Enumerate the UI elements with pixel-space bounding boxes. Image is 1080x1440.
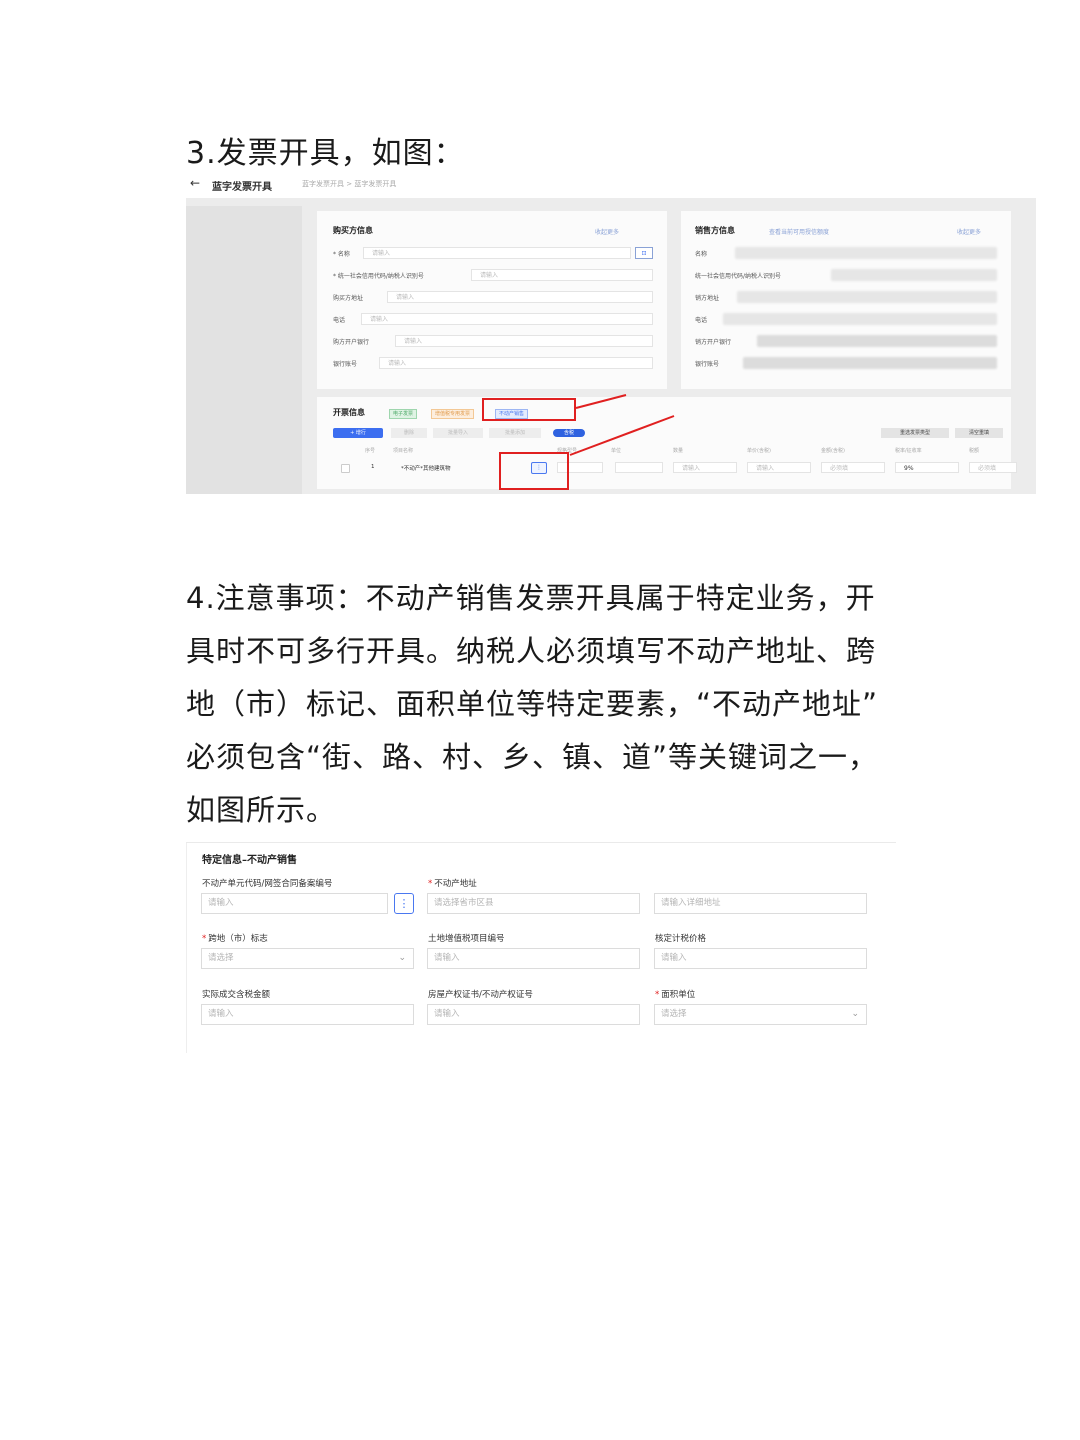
- batch-import-button[interactable]: 批量导入: [433, 428, 483, 438]
- unit-code-input[interactable]: 请输入: [201, 893, 388, 914]
- arrow-left-icon[interactable]: ←: [190, 176, 200, 190]
- row-index: 1: [371, 464, 375, 470]
- annotation-arrows: [569, 394, 675, 456]
- seller-field-account: 银行账号: [695, 357, 1005, 371]
- row-amount-input[interactable]: 必须填: [821, 462, 885, 473]
- reselect-invoice-type-button[interactable]: 重选发票类型: [881, 428, 949, 438]
- col-item-name: 项目名称: [393, 448, 414, 454]
- buyer-taxid-input[interactable]: 请输入: [471, 269, 653, 281]
- row-rate-select[interactable]: 9%: [895, 462, 959, 473]
- seller-field-phone: 电话: [695, 313, 1005, 327]
- page-title: 蓝字发票开具: [212, 182, 272, 193]
- chevron-down-icon: ⌄: [398, 953, 406, 963]
- sidebar-area: [186, 206, 302, 494]
- left-border: [186, 843, 187, 1053]
- buyer-field-bank: 购方开户银行 请输入: [333, 335, 659, 349]
- col-price: 单价(含税): [747, 448, 771, 454]
- assessed-price-input[interactable]: 请输入: [654, 948, 867, 969]
- cert-no-input[interactable]: 请输入: [427, 1004, 640, 1025]
- tag-electronic-invoice: 电子发票: [389, 409, 418, 419]
- buyer-field-address: 购买方地址 请输入: [333, 291, 659, 305]
- notice-paragraph: 4.注意事项：不动产销售发票开具属于特定业务，开 具时不可多行开具。纳税人必须填…: [186, 572, 906, 837]
- annotation-box-row-icon: [499, 452, 569, 490]
- annotation-arrow-1: [575, 394, 627, 409]
- add-row-button[interactable]: + 增行: [333, 428, 383, 438]
- row-tax-input[interactable]: 必须填: [969, 462, 1017, 473]
- buyer-field-taxid: * 统一社会信用代码/纳税人识别号 请输入: [333, 269, 659, 283]
- cert-no-label: 房屋产权证书/不动产权证号: [428, 990, 533, 1000]
- row-price-input[interactable]: 请输入: [747, 462, 811, 473]
- seller-field-address: 销方地址: [695, 291, 1005, 305]
- chevron-down-icon: ⌄: [851, 1009, 859, 1019]
- buyer-field-account: 银行账号 请输入: [333, 357, 659, 371]
- form-title: 特定信息–不动产销售: [202, 855, 297, 866]
- annotation-arrow-2: [569, 415, 675, 456]
- seller-card: 销售方信息 查看当前可用授信额度 收起更多 名称 统一社会信用代码/纳税人识别号…: [680, 210, 1012, 390]
- buyer-title: 购买方信息: [333, 226, 373, 235]
- more-vertical-icon[interactable]: ⋮: [394, 893, 414, 914]
- notice-line-5: 如图所示。: [186, 793, 337, 827]
- buyer-field-name: * 名称 请输入 ⊡: [333, 247, 659, 261]
- address-region-select[interactable]: 请选择省市区县: [427, 893, 640, 914]
- tag-vat-special-invoice: 增值税专用发票: [431, 409, 475, 419]
- invoice-page-header: ← 蓝字发票开具 蓝字发票开具 > 蓝字发票开具: [186, 172, 1036, 196]
- col-index: 序号: [365, 448, 376, 454]
- notice-line-3: 地（市）标记、面积单位等特定要素，“不动产地址”: [186, 687, 879, 721]
- cross-city-label: * 跨地（市）标志: [202, 934, 268, 944]
- address-detail-input[interactable]: 请输入详细地址: [654, 893, 867, 914]
- buyer-account-input[interactable]: 请输入: [379, 357, 653, 369]
- real-estate-form-screenshot: 特定信息–不动产销售 不动产单元代码/网签合同备案编号 请输入 ⋮ * 不动产地址…: [186, 842, 896, 1053]
- buyer-name-input[interactable]: 请输入: [363, 247, 631, 259]
- cross-city-select[interactable]: 请选择 ⌄: [201, 948, 414, 969]
- notice-line-1: 4.注意事项：不动产销售发票开具属于特定业务，开: [186, 581, 876, 615]
- col-rate: 税率/征收率: [895, 448, 922, 454]
- seller-address-value: [737, 291, 997, 303]
- buyer-field-phone: 电话 请输入: [333, 313, 659, 327]
- area-unit-select[interactable]: 请选择 ⌄: [654, 1004, 867, 1025]
- notice-line-2: 具时不可多行开具。纳税人必须填写不动产地址、跨: [186, 634, 877, 668]
- buyer-bank-input[interactable]: 请输入: [395, 335, 653, 347]
- address-label: * 不动产地址: [428, 879, 477, 889]
- actual-tax-label: 实际成交含税金额: [202, 990, 271, 1000]
- buyer-card: 购买方信息 收起更多 * 名称 请输入 ⊡ * 统一社会信用代码/纳税人识别号 …: [316, 210, 668, 390]
- land-vat-label: 土地增值税项目编号: [428, 934, 505, 944]
- land-vat-input[interactable]: 请输入: [427, 948, 640, 969]
- area-unit-label: * 面积单位: [655, 990, 696, 1000]
- seller-phone-value: [723, 313, 997, 325]
- buyer-collapse-link[interactable]: 收起更多: [595, 227, 619, 236]
- buyer-address-input[interactable]: 请输入: [387, 291, 653, 303]
- seller-field-name: 名称: [695, 247, 1005, 261]
- seller-field-taxid: 统一社会信用代码/纳税人识别号: [695, 269, 1005, 283]
- seller-account-value: [743, 357, 997, 369]
- seller-name-value: [735, 247, 997, 259]
- invoice-info-title: 开票信息: [333, 408, 365, 417]
- delete-button[interactable]: 删除: [391, 428, 427, 438]
- notice-line-4: 必须包含“街、路、村、乡、镇、道”等关键词之一，: [186, 740, 879, 774]
- buyer-phone-input[interactable]: 请输入: [361, 313, 653, 325]
- seller-bank-value: [757, 335, 997, 347]
- assessed-price-label: 核定计税价格: [655, 934, 707, 944]
- section-heading-3: 3.发票开具，如图：: [186, 136, 465, 171]
- breadcrumb: 蓝字发票开具 > 蓝字发票开具: [302, 180, 397, 188]
- actual-tax-input[interactable]: 请输入: [201, 1004, 414, 1025]
- row-checkbox[interactable]: [341, 464, 350, 473]
- seller-credit-link[interactable]: 查看当前可用授信额度: [769, 227, 829, 236]
- seller-collapse-link[interactable]: 收起更多: [957, 227, 981, 236]
- batch-add-button[interactable]: 批量添加: [489, 428, 541, 438]
- seller-title: 销售方信息: [695, 226, 735, 235]
- unit-code-label: 不动产单元代码/网签合同备案编号: [202, 879, 333, 889]
- row-item-name: *不动产*其他建筑物: [401, 466, 451, 472]
- col-tax: 税额: [969, 448, 980, 454]
- clear-refill-button[interactable]: 清空重填: [955, 428, 1003, 438]
- col-amount: 金额(含税): [821, 448, 845, 454]
- buyer-name-lookup-icon[interactable]: ⊡: [635, 247, 653, 259]
- seller-field-bank: 销方开户银行: [695, 335, 1005, 349]
- seller-taxid-value: [831, 269, 997, 281]
